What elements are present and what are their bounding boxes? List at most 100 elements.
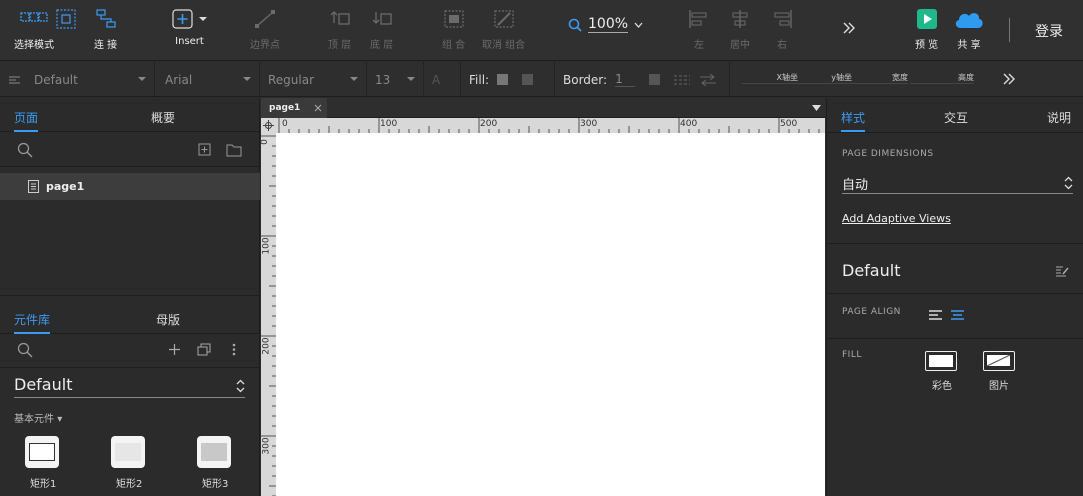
border-width-input[interactable]: 1: [615, 72, 636, 87]
tab-library[interactable]: 元件库: [14, 311, 51, 334]
inspector-tabs: 样式 交互 说明: [827, 98, 1083, 133]
library-tabs: 元件库 母版: [0, 300, 260, 334]
border-control[interactable]: Border: 1: [555, 62, 730, 97]
tab-interactions[interactable]: 交互: [944, 109, 968, 126]
ruler-left-label-100: 100: [261, 237, 272, 255]
widget-rect1[interactable]: [25, 436, 59, 468]
x-position-input[interactable]: X轴坐: [742, 72, 798, 84]
weight-caret-icon: [350, 77, 358, 81]
align-left-button[interactable]: 左: [688, 8, 710, 51]
fill-color-button[interactable]: [925, 351, 957, 371]
share-button[interactable]: 共 享: [953, 8, 985, 51]
page-dimensions-select[interactable]: 自动: [842, 174, 1073, 194]
add-page-icon[interactable]: [198, 143, 212, 157]
align-center-button[interactable]: 居中: [729, 8, 751, 51]
design-canvas[interactable]: [276, 133, 825, 496]
align-right-button[interactable]: 右: [771, 8, 793, 51]
more-format-button[interactable]: [1002, 73, 1016, 85]
page-item-page1[interactable]: page1: [0, 173, 260, 200]
send-back-icon: [372, 12, 392, 25]
page-tab-page1[interactable]: page1: [261, 98, 327, 118]
font-weight-select[interactable]: Regular: [260, 62, 367, 97]
tab-style[interactable]: 样式: [841, 109, 866, 132]
edit-style-icon[interactable]: [1055, 264, 1069, 277]
ruler-corner[interactable]: [261, 118, 276, 133]
y-position-input[interactable]: y轴坐: [798, 72, 852, 84]
fill-shadow-swatch[interactable]: [522, 74, 534, 85]
add-folder-icon[interactable]: [226, 143, 242, 157]
group-button[interactable]: 组 合: [442, 8, 465, 51]
page-tab-bar: page1: [261, 98, 825, 118]
select-mode-button[interactable]: 选择模式: [14, 8, 54, 51]
ungroup-icon: [493, 10, 514, 28]
chevron-down-icon: [199, 17, 207, 21]
font-family-select[interactable]: Arial: [155, 62, 260, 97]
fill-image-button[interactable]: [983, 351, 1015, 371]
height-input[interactable]: 高度: [910, 72, 974, 84]
add-library-icon[interactable]: [168, 343, 181, 356]
ruler-horizontal[interactable]: 0 100 200 300 400 500: [276, 118, 825, 133]
fill-label: Fill:: [469, 72, 490, 87]
connector-icon: [95, 9, 116, 28]
add-adaptive-views-link[interactable]: Add Adaptive Views: [842, 212, 951, 225]
align-left-label: 左: [694, 40, 704, 51]
border-color-swatch[interactable]: [649, 74, 661, 85]
category-caret-icon: ▾: [57, 414, 63, 425]
select-contained-icon: [56, 9, 76, 29]
height-label: 高度: [958, 73, 974, 82]
share-label: 共 享: [957, 40, 981, 51]
library-search-icon[interactable]: [17, 342, 33, 358]
select-mode-label: 选择模式: [14, 40, 54, 51]
ungroup-label: 取消 组合: [482, 40, 526, 51]
preview-button[interactable]: 预 览: [915, 8, 938, 51]
tab-masters[interactable]: 母版: [156, 311, 180, 328]
ruler-left-label-200: 200: [261, 337, 272, 355]
ruler-vertical[interactable]: 0 100 200 300: [259, 133, 276, 496]
border-label: Border:: [563, 72, 608, 87]
pages-tabs: 页面 概要: [0, 98, 260, 132]
preview-label: 预 览: [915, 40, 939, 51]
style-select[interactable]: Default: [0, 62, 155, 97]
tab-list-chevron-icon[interactable]: [812, 105, 821, 111]
fill-color-swatch[interactable]: [497, 74, 509, 85]
search-icon[interactable]: [17, 142, 33, 158]
more-tools-button[interactable]: [842, 22, 856, 34]
widget-rect2[interactable]: [111, 436, 145, 468]
select-contained-button[interactable]: [56, 8, 76, 30]
ruler-left-label-0: 0: [259, 139, 270, 145]
border-style-icon[interactable]: [674, 74, 691, 86]
library-manage-icon[interactable]: [197, 343, 212, 356]
ungroup-button[interactable]: 取消 组合: [482, 8, 525, 51]
fill-control[interactable]: Fill:: [461, 62, 555, 97]
align-page-center-icon[interactable]: [950, 309, 965, 321]
ruler-top-label-400: 400: [680, 119, 698, 129]
send-to-back-button[interactable]: 底 层: [370, 8, 393, 51]
width-input[interactable]: 宽度: [852, 72, 908, 84]
arrow-style-icon[interactable]: [700, 73, 717, 86]
page-align-label: PAGE ALIGN: [842, 307, 901, 317]
select-mode-icon: [20, 12, 48, 22]
login-button[interactable]: 登录: [1035, 21, 1063, 41]
ruler-top-label-200: 200: [480, 119, 498, 129]
tab-outline[interactable]: 概要: [151, 109, 175, 126]
font-size-select[interactable]: 13: [367, 62, 424, 97]
more-vertical-icon[interactable]: [232, 343, 236, 356]
boundary-point-button[interactable]: 边界点: [250, 8, 280, 51]
align-page-left-icon[interactable]: [928, 309, 943, 321]
connect-button[interactable]: 连 接: [94, 8, 117, 51]
tab-pages[interactable]: 页面: [14, 109, 39, 132]
widget-rect3[interactable]: [197, 436, 231, 468]
fill-color-label: 彩色: [932, 381, 952, 392]
bring-to-front-button[interactable]: 顶 层: [328, 8, 351, 51]
tab-notes[interactable]: 说明: [1047, 109, 1071, 126]
library-select[interactable]: Default: [14, 375, 245, 398]
close-tab-icon[interactable]: [314, 104, 322, 112]
zoom-control[interactable]: 100%: [568, 16, 643, 33]
right-divider-1: [827, 243, 1083, 244]
insert-button[interactable]: Insert: [172, 8, 207, 47]
font-weight-value: Regular: [268, 72, 315, 87]
width-label: 宽度: [892, 73, 908, 82]
category-toggle[interactable]: 基本元件 ▾: [14, 410, 62, 425]
font-color-button[interactable]: A: [424, 62, 461, 97]
boundary-point-label: 边界点: [250, 40, 280, 51]
